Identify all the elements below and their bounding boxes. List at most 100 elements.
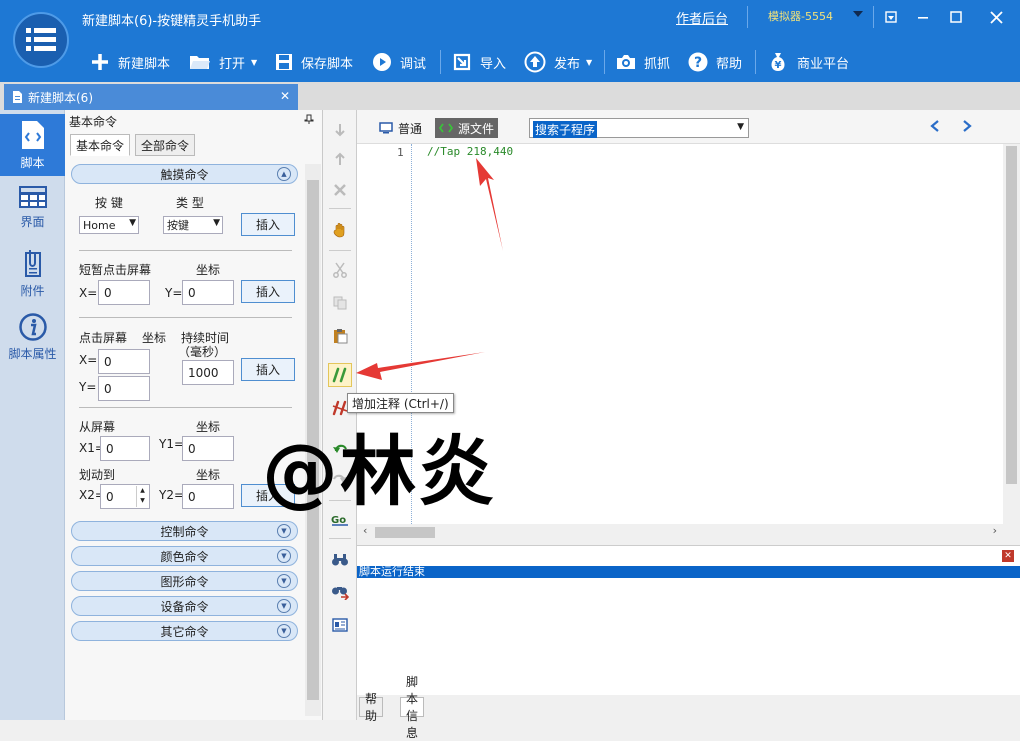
scrollbar-thumb[interactable] <box>375 527 435 538</box>
hand-button[interactable] <box>328 218 352 242</box>
nav-forward-button[interactable] <box>962 120 972 136</box>
expand-down-icon[interactable]: ▼ <box>277 624 291 638</box>
pin-icon[interactable] <box>304 114 314 124</box>
editor-horizontal-scrollbar[interactable]: ‹ › <box>357 524 1003 541</box>
source-mode-button[interactable]: 源文件 <box>435 118 499 138</box>
tab-basic-commands[interactable]: 基本命令 <box>70 134 131 156</box>
x2-value: 0 <box>106 489 114 504</box>
info-icon <box>18 312 47 341</box>
press-y-input[interactable]: 0 <box>98 376 150 401</box>
expand-down-icon[interactable]: ▼ <box>277 599 291 613</box>
rail-item-attachment[interactable]: 附件 <box>0 242 65 304</box>
y1-input[interactable]: 0 <box>182 436 234 461</box>
tab-all-commands[interactable]: 全部命令 <box>135 134 196 156</box>
maximize-button[interactable] <box>945 6 967 28</box>
x1-input[interactable]: 0 <box>100 436 150 461</box>
minimize-icon <box>918 17 928 19</box>
device-select[interactable]: 模拟器-5554 <box>768 8 833 24</box>
caret-down-icon[interactable]: ▼ <box>586 58 592 67</box>
expand-down-icon[interactable]: ▼ <box>277 549 291 563</box>
rail-item-ui[interactable]: 界面 <box>0 176 65 238</box>
hand-icon <box>333 222 345 238</box>
insert-tap-button[interactable]: 插入 <box>241 280 295 303</box>
press-x-input[interactable]: 0 <box>98 349 150 374</box>
cut-button[interactable] <box>328 258 352 282</box>
close-tab-icon[interactable]: ✕ <box>280 89 290 103</box>
scroll-left-icon[interactable]: ‹ <box>363 524 367 537</box>
binoculars-icon <box>332 554 348 566</box>
control-commands-header[interactable]: 控制命令 ▼ <box>71 521 298 541</box>
press-x-label: X= <box>79 353 98 367</box>
pin-window-button[interactable] <box>880 6 902 28</box>
scissors-icon <box>333 262 347 278</box>
expand-down-icon[interactable]: ▼ <box>277 574 291 588</box>
save-script-button[interactable]: 保存脚本 <box>275 48 353 76</box>
publish-button[interactable]: 发布 ▼ <box>524 48 592 76</box>
main-menu-button[interactable] <box>13 12 69 68</box>
arrow-down-icon <box>335 124 345 137</box>
open-button[interactable]: 打开 ▼ <box>189 48 257 76</box>
code-line[interactable]: //Tap 218,440 <box>427 145 513 158</box>
id-card-icon <box>332 618 348 632</box>
close-window-button[interactable] <box>985 6 1007 28</box>
arrow-up-icon <box>335 152 345 165</box>
color-commands-header[interactable]: 颜色命令 ▼ <box>71 546 298 566</box>
author-backend-link[interactable]: 作者后台 <box>676 8 728 27</box>
move-down-button[interactable] <box>328 147 352 171</box>
rail-item-properties[interactable]: 脚本属性 <box>0 306 65 368</box>
normal-mode-button[interactable]: 普通 <box>375 118 426 138</box>
insert-key-button[interactable]: 插入 <box>241 213 295 236</box>
tab-script-info[interactable]: 脚本信息 <box>400 675 425 740</box>
subroutine-select[interactable]: 搜索子程序 ▼ <box>529 118 749 138</box>
key-select[interactable]: Home ▼ <box>79 216 139 234</box>
rail-label: 界面 <box>20 214 45 229</box>
insert-press-button[interactable]: 插入 <box>241 358 295 381</box>
rail-label: 附件 <box>20 283 45 298</box>
add-comment-button[interactable] <box>328 363 352 387</box>
caret-down-icon[interactable]: ▼ <box>251 58 257 67</box>
help-button[interactable]: ? 帮助 <box>688 48 742 76</box>
svg-text:¥: ¥ <box>775 60 782 71</box>
touch-commands-header[interactable]: 触摸命令 ▲ <box>71 164 298 184</box>
tap-x-input[interactable]: 0 <box>98 280 150 305</box>
rail-item-script[interactable]: 脚本 <box>0 114 65 176</box>
chevron-down-icon: ▼ <box>129 218 136 228</box>
new-script-button[interactable]: 新建脚本 <box>90 48 170 76</box>
source-code-icon <box>439 123 453 133</box>
tab-help[interactable]: 帮助 <box>359 692 384 723</box>
minimize-button[interactable] <box>912 6 934 28</box>
expand-down-icon[interactable]: ▼ <box>277 524 291 538</box>
script-info-button[interactable] <box>328 613 352 637</box>
collapse-up-icon[interactable]: ▲ <box>277 167 291 181</box>
x2-stepper[interactable]: 0 ▲ ▼ <box>100 484 150 509</box>
document-tab[interactable]: 新建脚本(6) ✕ <box>4 84 298 110</box>
type-label: 类 型 <box>176 196 204 210</box>
graphic-commands-header[interactable]: 图形命令 ▼ <box>71 571 298 591</box>
find-button[interactable] <box>328 548 352 572</box>
nav-back-button[interactable] <box>930 120 940 136</box>
y2-input[interactable]: 0 <box>182 484 234 509</box>
debug-button[interactable]: 调试 <box>372 48 426 76</box>
device-commands-header[interactable]: 设备命令 ▼ <box>71 596 298 616</box>
import-button[interactable]: 导入 <box>452 48 506 76</box>
scrollbar-thumb[interactable] <box>1006 146 1017 484</box>
other-commands-header[interactable]: 其它命令 ▼ <box>71 621 298 641</box>
scroll-right-icon[interactable]: › <box>993 524 997 537</box>
close-output-icon[interactable]: ✕ <box>1002 550 1014 562</box>
move-up-button[interactable] <box>328 118 352 142</box>
type-select[interactable]: 按键 ▼ <box>163 216 223 234</box>
key-label: 按 键 <box>95 196 123 210</box>
chevron-down-icon[interactable] <box>853 10 863 18</box>
capture-button[interactable]: 抓抓 <box>616 48 670 76</box>
editor-vertical-scrollbar[interactable] <box>1003 144 1020 524</box>
spin-arrows-icon[interactable]: ▲ ▼ <box>136 486 148 507</box>
tap-y-label: Y= <box>165 286 183 300</box>
duration-input[interactable]: 1000 <box>182 360 234 385</box>
delete-button[interactable] <box>328 178 352 202</box>
find-replace-button[interactable] <box>328 580 352 604</box>
copy-button[interactable] <box>328 291 352 315</box>
subroutine-select-value: 搜索子程序 <box>533 121 598 138</box>
business-platform-button[interactable]: ¥ 商业平台 <box>767 48 849 76</box>
tap-y-input[interactable]: 0 <box>182 280 234 305</box>
paste-button[interactable] <box>328 324 352 348</box>
